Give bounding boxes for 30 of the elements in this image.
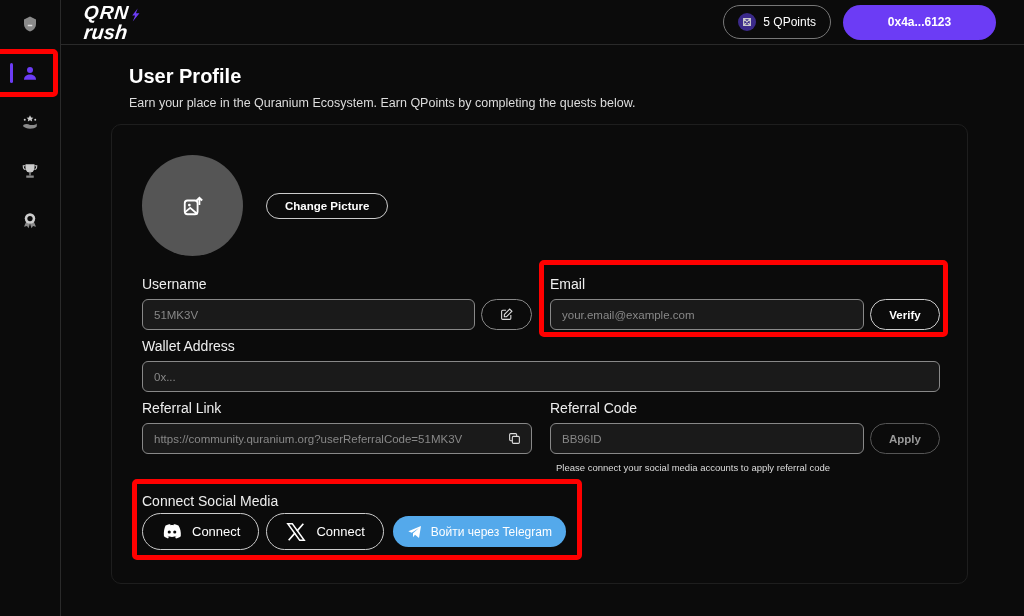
field-label: Referral Code <box>550 400 639 416</box>
section-label: Connect Social Media <box>142 493 280 509</box>
hand-star-icon <box>21 113 39 131</box>
logo-text: rush <box>83 24 130 40</box>
field-label: Username <box>142 276 208 292</box>
rosette-icon <box>21 211 39 229</box>
wallet-address-field[interactable]: 0x... <box>142 361 940 392</box>
shield-icon <box>21 15 39 33</box>
username-field[interactable]: 51MK3V <box>142 299 475 330</box>
paper-plane-icon <box>406 523 423 540</box>
points-text: 5 QPoints <box>763 15 816 29</box>
email-field[interactable]: your.email@example.com <box>550 299 864 330</box>
wallet-button[interactable]: 0x4a...6123 <box>843 4 996 40</box>
field-label: Email <box>550 276 586 292</box>
highlight-frame <box>0 49 58 97</box>
user-icon <box>21 64 39 82</box>
referral-link-field[interactable]: https://community.quranium.org?userReferralCode=51MK3V <box>142 423 532 454</box>
active-indicator <box>10 63 13 83</box>
trophy-icon <box>21 162 39 180</box>
x-logo-icon <box>285 520 308 543</box>
field-label: Wallet Address <box>142 338 236 354</box>
image-upload-icon <box>181 194 204 217</box>
field-label: Referral Link <box>142 400 223 416</box>
copy-icon <box>508 432 521 445</box>
q-icon <box>742 17 753 27</box>
page-subtitle: Earn your place in the Quranium Ecosystem. Earn QPoints by completing the quests below. <box>129 96 637 110</box>
page-title: User Profile <box>129 65 243 88</box>
referral-code-field[interactable]: BB96ID <box>550 423 864 454</box>
referral-note: Please connect your social media accounts to apply referral code <box>556 462 832 473</box>
edit-icon <box>500 308 513 321</box>
